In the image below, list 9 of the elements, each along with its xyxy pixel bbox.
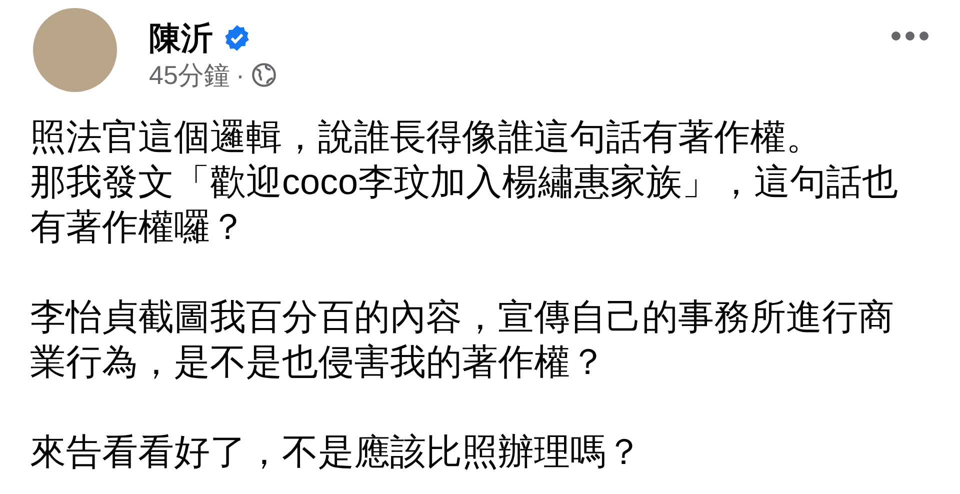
more-options-icon[interactable] [890, 30, 930, 42]
post-time[interactable]: 45分鐘 [149, 58, 230, 92]
post-text: 照法官這個邏輯，說誰長得像誰這句話有著作權。 [30, 115, 823, 159]
post-text: 那我發文「歡迎coco李玟加入楊繡惠家族」，這句話也有著作權囉？ [30, 160, 900, 249]
author-name[interactable]: 陳沂 [149, 18, 213, 58]
post-text: 來告看看好了，不是應該比照辦理嗎？ [30, 430, 643, 474]
globe-icon [250, 62, 277, 88]
post-text: 李怡貞截圖我百分百的內容，宣傳自己的事務所進行商業行為，是不是也侵害我的著作權？ [30, 295, 895, 384]
separator: · [236, 59, 245, 92]
